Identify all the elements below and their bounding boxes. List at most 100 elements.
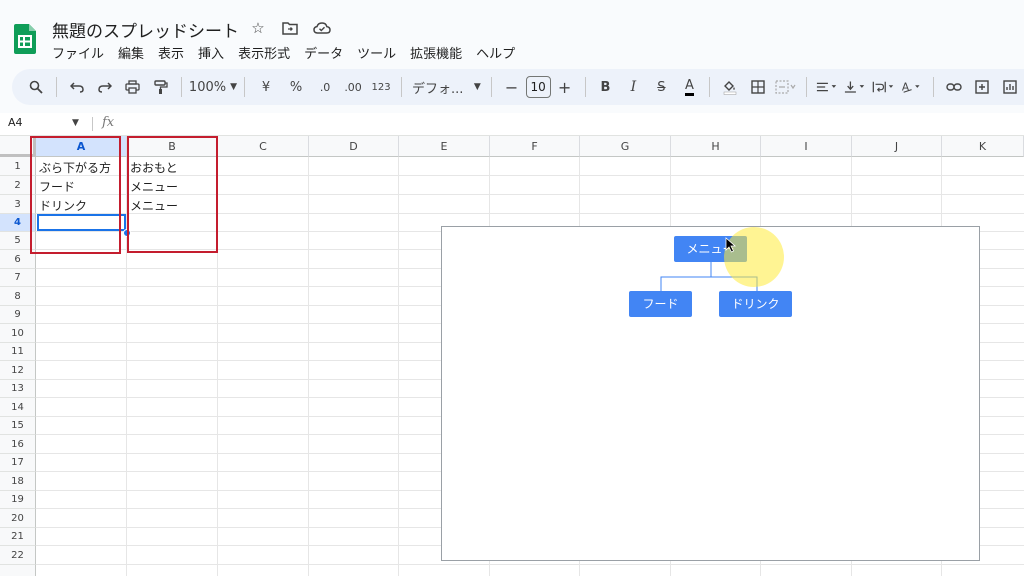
move-folder-icon[interactable] [280, 18, 300, 38]
increase-font-size-button[interactable]: + [551, 74, 579, 100]
toolbar-divider [806, 77, 808, 97]
format-currency-button[interactable]: ¥ [251, 74, 281, 100]
document-title[interactable]: 無題のスプレッドシート [52, 17, 239, 42]
text-color-label: A [684, 78, 694, 96]
number-format-button[interactable]: 123 [367, 74, 395, 100]
increase-decimal-label: .00 [344, 80, 362, 94]
toolbar-divider [56, 77, 57, 97]
bold-button[interactable]: B [591, 74, 619, 100]
org-chart[interactable]: メニュー フード ドリンク [441, 226, 980, 561]
row-header[interactable]: 16 [0, 435, 36, 454]
formula-bar: A4 ▼ fx [0, 113, 1024, 136]
font-value: デフォ... [411, 81, 464, 97]
chevron-down-icon: ▼ [230, 82, 238, 92]
formula-bar-divider [92, 117, 93, 131]
cursor-highlight [724, 227, 784, 287]
column-header-d[interactable]: D [309, 136, 399, 157]
column-header-f[interactable]: F [490, 136, 580, 157]
menu-format[interactable]: 表示形式 [238, 43, 290, 62]
zoom-value: 100% [188, 79, 227, 95]
grid-line [36, 564, 1024, 565]
column-header-h[interactable]: H [671, 136, 761, 157]
menu-data[interactable]: データ [304, 43, 343, 62]
menu-bar: ファイル 編集 表示 挿入 表示形式 データ ツール 拡張機能 ヘルプ [52, 43, 515, 62]
row-header[interactable]: 13 [0, 380, 36, 398]
annotation-box-column-b [127, 136, 218, 253]
row-header[interactable]: 15 [0, 417, 36, 435]
zoom-select[interactable]: 100% ▼ [188, 74, 238, 100]
menu-tools[interactable]: ツール [357, 43, 396, 62]
font-size-input[interactable]: 10 [525, 76, 551, 98]
row-header[interactable]: 17 [0, 454, 36, 472]
grid-line [308, 157, 309, 576]
text-color-button[interactable]: A [675, 74, 703, 100]
row-header[interactable]: 22 [0, 546, 36, 565]
column-header-i[interactable]: I [761, 136, 852, 157]
toolbar-divider [490, 77, 492, 97]
column-header-c[interactable]: C [218, 136, 309, 157]
toolbar-divider [180, 77, 182, 97]
format-percent-button[interactable]: % [281, 74, 311, 100]
menu-edit[interactable]: 編集 [118, 43, 144, 62]
vertical-align-icon[interactable] [841, 74, 869, 100]
redo-icon[interactable] [91, 74, 119, 100]
toolbar: 100% ▼ ¥ % .0 .00 123 デフォ... ▼ − 10 + B I … [12, 69, 1024, 105]
merge-cells-icon[interactable] [772, 74, 800, 100]
column-header-e[interactable]: E [399, 136, 490, 157]
borders-icon[interactable] [744, 74, 772, 100]
column-header-j[interactable]: J [852, 136, 942, 157]
annotation-box-column-a [30, 136, 121, 254]
horizontal-align-icon[interactable] [813, 74, 841, 100]
row-header[interactable]: 7 [0, 269, 36, 287]
sheet-grid: A B C D E F G H I J K 1 2 3 4 5 6 7 8 9 … [0, 136, 1024, 576]
sheets-logo-icon[interactable] [14, 24, 36, 54]
decrease-decimal-button[interactable]: .0 [311, 74, 339, 100]
column-header-k[interactable]: K [942, 136, 1024, 157]
font-select[interactable]: デフォ... ▼ [408, 74, 485, 100]
menu-insert[interactable]: 挿入 [198, 43, 224, 62]
toolbar-divider [244, 77, 246, 97]
menu-view[interactable]: 表示 [158, 43, 184, 62]
search-icon[interactable] [22, 74, 50, 100]
row-header[interactable]: 10 [0, 324, 36, 343]
paint-format-icon[interactable] [147, 74, 175, 100]
chevron-down-icon[interactable]: ▼ [72, 118, 79, 128]
row-header[interactable]: 18 [0, 472, 36, 491]
menu-file[interactable]: ファイル [52, 43, 104, 62]
row-header[interactable]: 20 [0, 509, 36, 528]
undo-icon[interactable] [63, 74, 91, 100]
row-header[interactable]: 9 [0, 306, 36, 324]
print-icon[interactable] [119, 74, 147, 100]
row-header[interactable]: 8 [0, 287, 36, 306]
row-header[interactable]: 19 [0, 491, 36, 509]
column-header-g[interactable]: G [580, 136, 671, 157]
insert-chart-icon[interactable] [996, 74, 1024, 100]
insert-link-icon[interactable] [940, 74, 968, 100]
star-icon[interactable]: ☆ [248, 18, 268, 38]
text-rotation-icon[interactable]: A [898, 74, 927, 100]
row-header-partial[interactable] [0, 565, 36, 576]
toolbar-divider [401, 77, 402, 97]
name-box[interactable]: A4 [8, 116, 23, 129]
row-header[interactable]: 11 [0, 343, 36, 361]
italic-button[interactable]: I [619, 74, 647, 100]
row-header[interactable]: 21 [0, 528, 36, 546]
row-header[interactable]: 12 [0, 361, 36, 380]
chevron-down-icon: ▼ [473, 82, 481, 92]
strikethrough-button[interactable]: S [647, 74, 675, 100]
fill-color-icon[interactable] [716, 74, 744, 100]
increase-decimal-button[interactable]: .00 [339, 74, 367, 100]
text-wrap-icon[interactable] [869, 74, 898, 100]
org-chart-connectors [660, 262, 758, 291]
insert-comment-icon[interactable] [968, 74, 996, 100]
app-header: 無題のスプレッドシート ☆ ファイル 編集 表示 挿入 表示形式 データ ツール… [0, 0, 1024, 66]
toolbar-divider [933, 77, 934, 97]
cloud-saved-icon[interactable] [312, 18, 332, 38]
menu-help[interactable]: ヘルプ [476, 43, 515, 62]
row-header[interactable]: 14 [0, 398, 36, 417]
decrease-font-size-button[interactable]: − [498, 74, 526, 100]
toolbar-divider [584, 77, 586, 97]
org-node-child[interactable]: ドリンク [719, 291, 792, 317]
org-node-child[interactable]: フード [629, 291, 692, 317]
menu-extensions[interactable]: 拡張機能 [410, 43, 462, 62]
